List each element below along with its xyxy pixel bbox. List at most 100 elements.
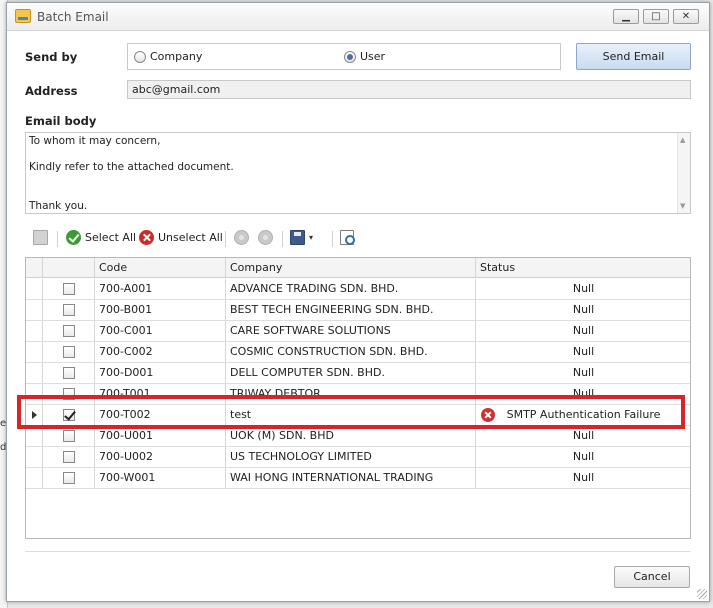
floppy-disk-icon xyxy=(290,230,305,245)
title-bar[interactable]: Batch Email ▁ □ ✕ xyxy=(7,3,709,31)
status-cell: Null xyxy=(476,363,690,383)
address-field[interactable]: abc@gmail.com xyxy=(127,80,691,99)
recipient-grid: Code Company Status 700-A001 ADVANCE TRAD… xyxy=(25,257,691,539)
table-row[interactable]: 700-A001 ADVANCE TRADING SDN. BHD. Null xyxy=(26,279,690,300)
row-check-cell[interactable] xyxy=(43,426,95,446)
row-checkbox[interactable] xyxy=(63,409,75,421)
status-text: Null xyxy=(572,471,595,484)
maximize-button[interactable]: □ xyxy=(643,9,669,24)
scroll-down-icon[interactable]: ▼ xyxy=(680,202,685,210)
row-indicator-cell xyxy=(26,384,43,404)
row-check-cell[interactable] xyxy=(43,363,95,383)
row-checkbox[interactable] xyxy=(63,367,75,379)
table-row[interactable]: 700-U001 UOK (M) SDN. BHD Null xyxy=(26,426,690,447)
move-up-button[interactable] xyxy=(234,230,249,245)
toolbar-separator xyxy=(282,231,283,247)
save-layout-button[interactable]: ▾ xyxy=(290,230,313,245)
table-row[interactable]: 700-U002 US TECHNOLOGY LIMITED Null xyxy=(26,447,690,468)
table-row[interactable]: 700-C001 CARE SOFTWARE SOLUTIONS Null xyxy=(26,321,690,342)
code-cell: 700-C001 xyxy=(95,321,226,341)
minimize-button[interactable]: ▁ xyxy=(613,9,639,24)
email-body-textarea[interactable]: To whom it may concern, Kindly refer to … xyxy=(25,132,691,214)
radio-company[interactable]: Company xyxy=(134,50,202,63)
unselect-all-label: Unselect All xyxy=(158,231,223,244)
radio-company-label: Company xyxy=(150,50,203,63)
column-header-code[interactable]: Code xyxy=(95,258,226,277)
row-checkbox[interactable] xyxy=(63,304,75,316)
row-check-cell[interactable] xyxy=(43,279,95,299)
table-row[interactable]: 700-T002 test SMTP Authentication Failure xyxy=(26,405,690,426)
arrow-up-icon xyxy=(234,230,249,245)
scroll-up-icon[interactable]: ▲ xyxy=(680,136,685,144)
row-checkbox[interactable] xyxy=(63,346,75,358)
code-cell: 700-C002 xyxy=(95,342,226,362)
company-cell: CARE SOFTWARE SOLUTIONS xyxy=(226,321,476,341)
company-cell: UOK (M) SDN. BHD xyxy=(226,426,476,446)
close-button[interactable]: ✕ xyxy=(673,9,699,24)
select-all-button[interactable]: Select All xyxy=(66,230,136,245)
unselect-all-button[interactable]: Unselect All xyxy=(139,230,223,245)
row-check-cell[interactable] xyxy=(43,321,95,341)
company-cell: US TECHNOLOGY LIMITED xyxy=(226,447,476,467)
company-cell: COSMIC CONSTRUCTION SDN. BHD. xyxy=(226,342,476,362)
code-cell: 700-T001 xyxy=(95,384,226,404)
x-circle-icon xyxy=(139,230,154,245)
radio-user[interactable]: User xyxy=(344,50,385,63)
status-text: Null xyxy=(572,450,595,463)
row-checkbox[interactable] xyxy=(63,430,75,442)
cancel-button[interactable]: Cancel xyxy=(614,566,690,588)
radio-user-dot[interactable] xyxy=(344,50,356,63)
send-by-label: Send by xyxy=(25,50,78,64)
toolbar-separator xyxy=(225,231,226,247)
row-indicator-cell xyxy=(26,342,43,362)
code-cell: 700-B001 xyxy=(95,300,226,320)
table-row[interactable]: 700-T001 TRIWAY DEBTOR Null xyxy=(26,384,690,405)
resize-grip-icon[interactable] xyxy=(697,589,707,599)
status-cell: SMTP Authentication Failure xyxy=(476,405,690,425)
row-check-cell[interactable] xyxy=(43,342,95,362)
row-check-cell[interactable] xyxy=(43,447,95,467)
find-button[interactable] xyxy=(340,230,355,245)
row-indicator-cell xyxy=(26,321,43,341)
row-checkbox[interactable] xyxy=(63,472,75,484)
table-row[interactable]: 700-B001 BEST TECH ENGINEERING SDN. BHD. N… xyxy=(26,300,690,321)
row-check-cell[interactable] xyxy=(43,405,95,425)
row-check-cell[interactable] xyxy=(43,300,95,320)
code-cell: 700-D001 xyxy=(95,363,226,383)
email-body-line: To whom it may concern, xyxy=(29,135,161,147)
radio-company-dot[interactable] xyxy=(134,50,146,63)
find-icon xyxy=(340,230,355,245)
status-cell: Null xyxy=(476,342,690,362)
address-label: Address xyxy=(25,84,78,98)
row-checkbox[interactable] xyxy=(63,388,75,400)
row-check-cell[interactable] xyxy=(43,384,95,404)
status-cell: Null xyxy=(476,279,690,299)
grid-header: Code Company Status xyxy=(26,258,690,278)
current-row-icon xyxy=(32,411,37,419)
row-check-cell[interactable] xyxy=(43,468,95,488)
row-indicator-cell xyxy=(26,405,43,425)
column-header-status[interactable]: Status xyxy=(476,258,690,277)
table-row[interactable]: 700-D001 DELL COMPUTER SDN. BHD. Null xyxy=(26,363,690,384)
column-chooser-button[interactable] xyxy=(33,230,48,245)
status-text: Null xyxy=(572,303,595,316)
table-row[interactable]: 700-W001 WAI HONG INTERNATIONAL TRADING Nu… xyxy=(26,468,690,489)
chevron-down-icon[interactable]: ▾ xyxy=(309,233,313,242)
row-indicator-cell xyxy=(26,279,43,299)
table-row[interactable]: 700-C002 COSMIC CONSTRUCTION SDN. BHD. Nul… xyxy=(26,342,690,363)
status-cell: Null xyxy=(476,447,690,467)
code-cell: 700-U001 xyxy=(95,426,226,446)
send-by-radio-group: Company User xyxy=(127,43,561,70)
email-body-scrollbar[interactable]: ▲ ▼ xyxy=(677,133,690,213)
row-checkbox[interactable] xyxy=(63,451,75,463)
toolbar-separator xyxy=(57,231,58,247)
row-checkbox[interactable] xyxy=(63,325,75,337)
move-down-button[interactable] xyxy=(258,230,273,245)
window-title: Batch Email xyxy=(37,10,109,24)
column-header-company[interactable]: Company xyxy=(226,258,476,277)
send-email-button[interactable]: Send Email xyxy=(576,43,691,70)
company-cell: test xyxy=(226,405,476,425)
header-check-cell[interactable] xyxy=(43,258,95,277)
grid-icon xyxy=(33,230,48,245)
row-checkbox[interactable] xyxy=(63,283,75,295)
